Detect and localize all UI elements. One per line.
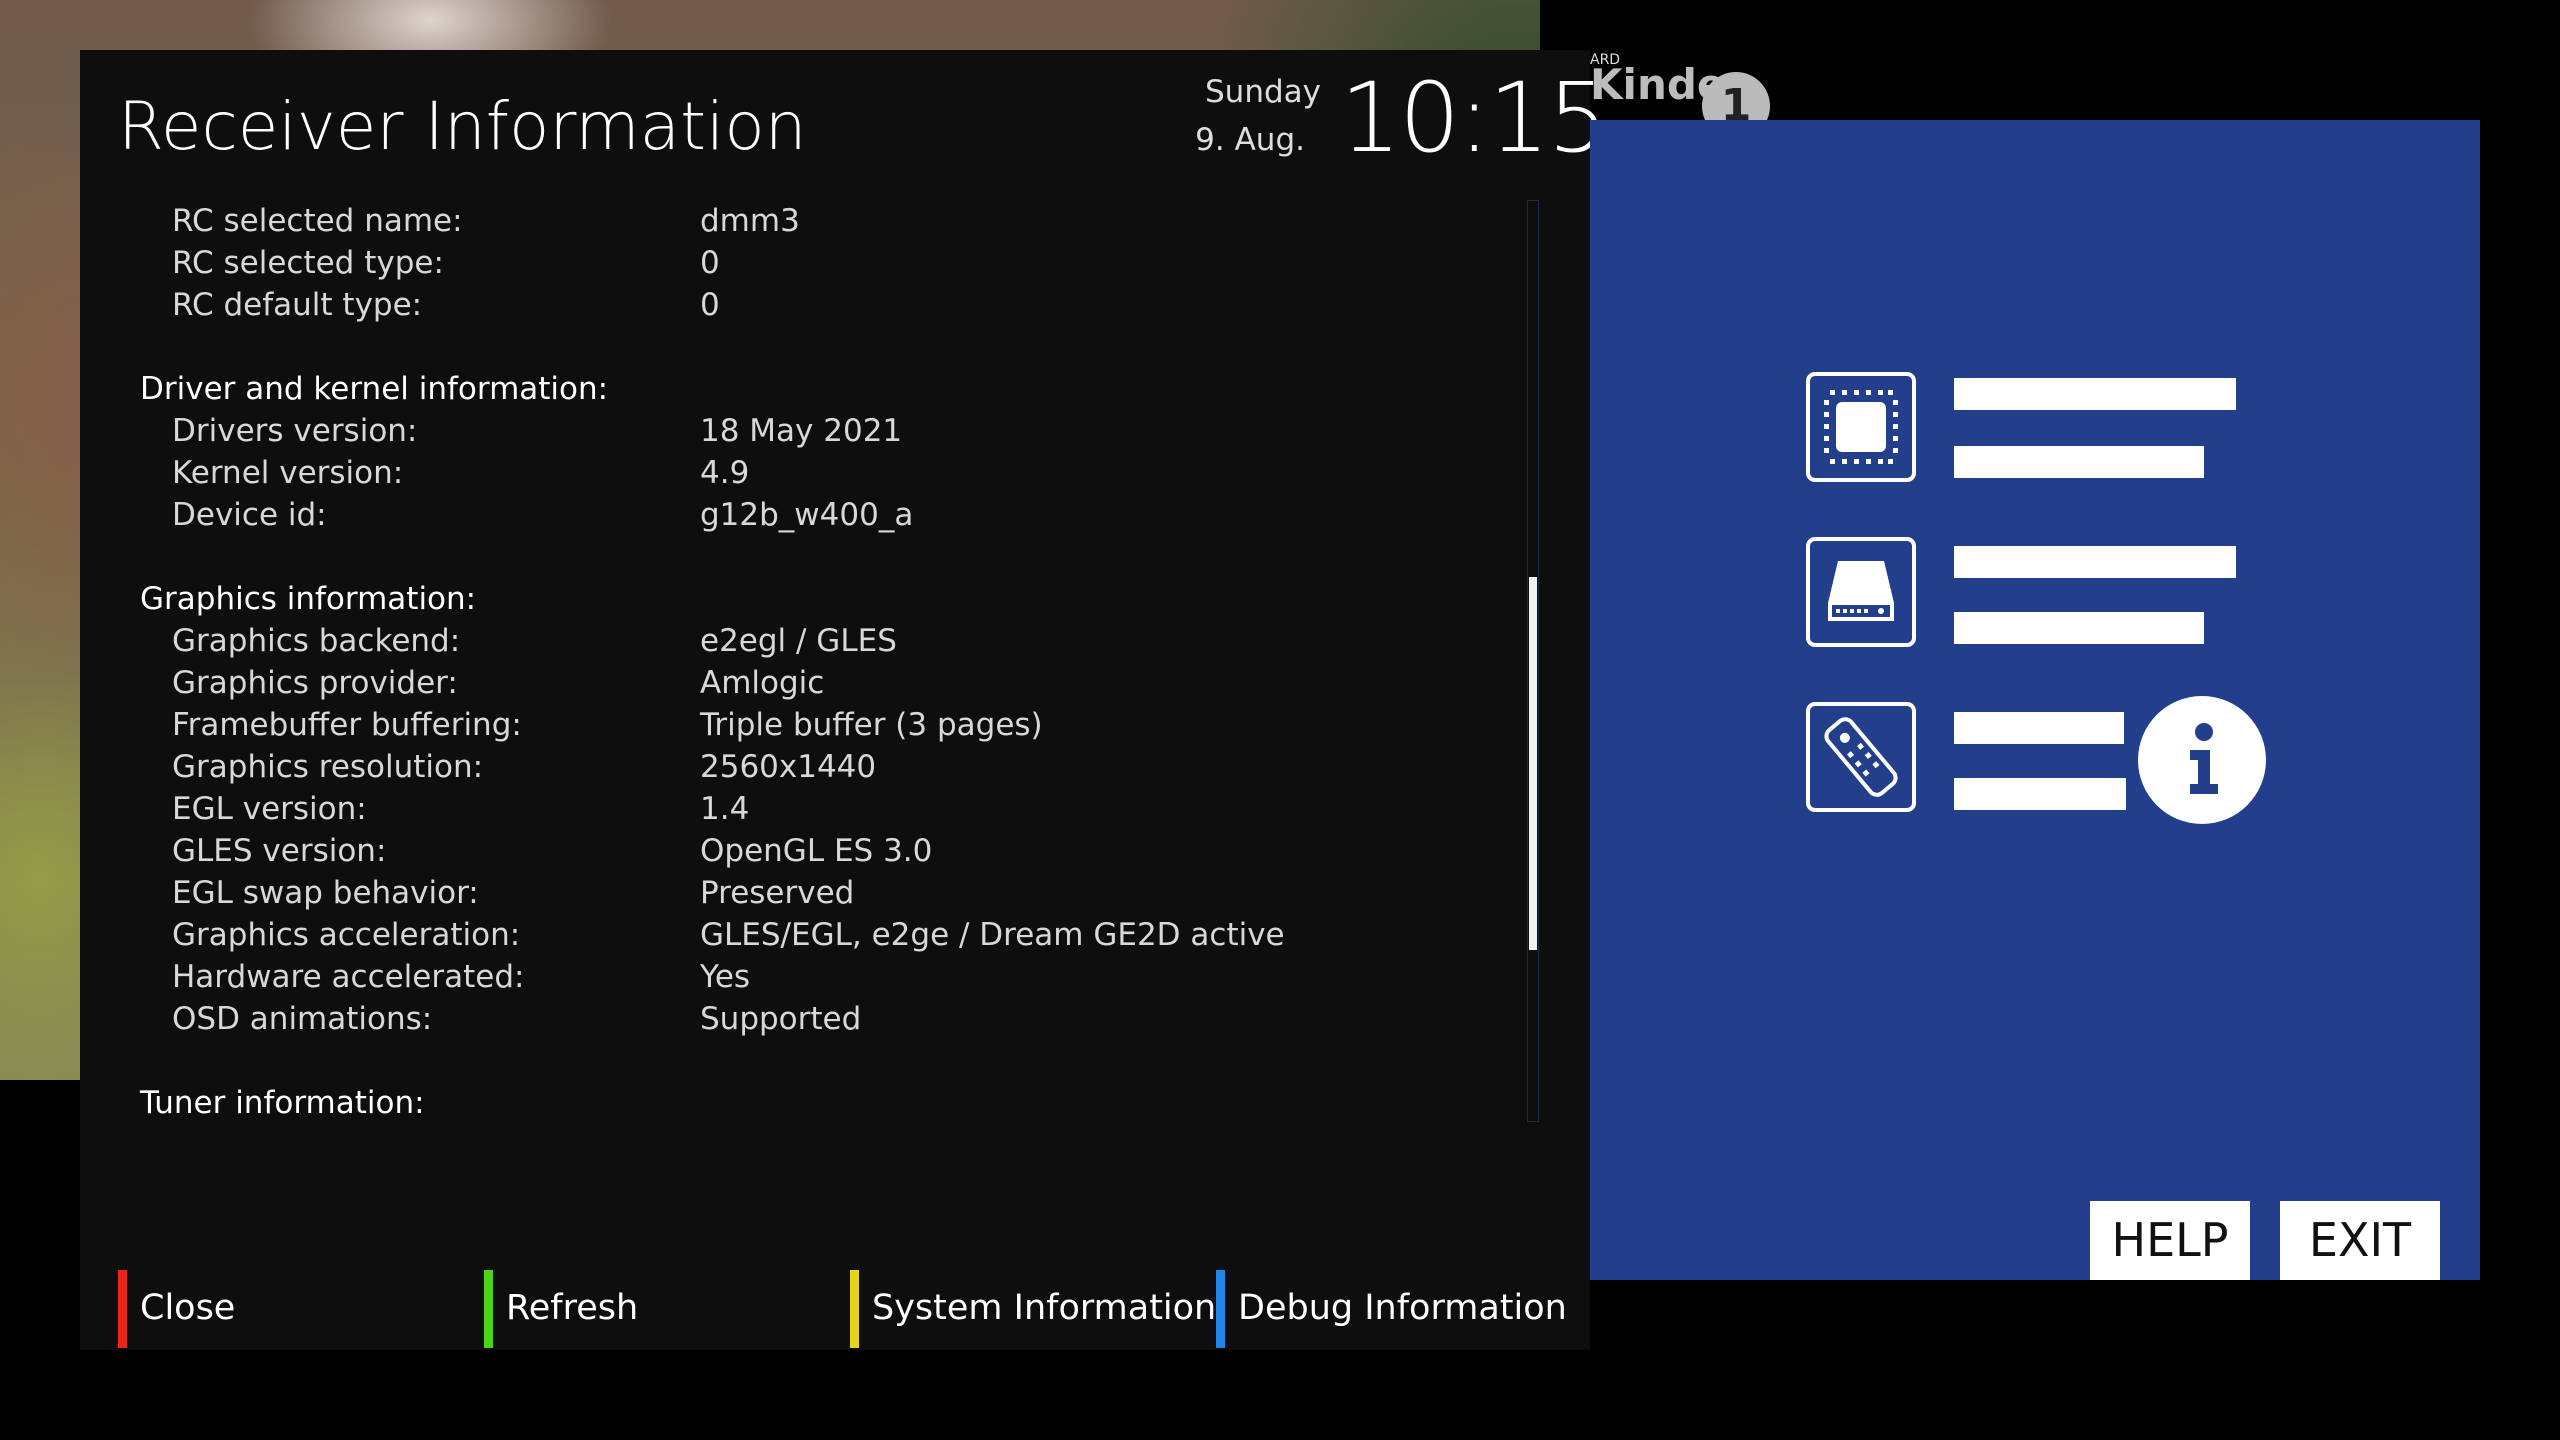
- info-illustration-panel: [1590, 120, 2480, 1280]
- remote-control-icon: [1806, 702, 1916, 812]
- debug-information-button[interactable]: Debug Information: [1216, 1270, 1567, 1348]
- scrollbar-thumb[interactable]: [1529, 577, 1537, 950]
- line-bar: [1954, 446, 2204, 478]
- cpu-chip-icon: [1806, 372, 1916, 482]
- line-bar: [1954, 546, 2236, 578]
- yellow-key-indicator: [850, 1270, 859, 1348]
- section-heading-tuner: Tuner information:: [140, 1085, 425, 1121]
- line-bar: [1954, 712, 2124, 744]
- close-button[interactable]: Close: [118, 1270, 458, 1348]
- line-bar: [1954, 778, 2126, 810]
- clock: 10:15: [1340, 62, 1609, 174]
- info-icon: [2138, 696, 2266, 824]
- section-heading-graphics: Graphics information:: [140, 581, 477, 617]
- help-button[interactable]: HELP: [2090, 1201, 2250, 1280]
- green-key-indicator: [484, 1270, 493, 1348]
- system-information-button[interactable]: System Information: [850, 1270, 1216, 1348]
- section-heading-driver: Driver and kernel information:: [140, 371, 609, 407]
- line-bar: [1954, 612, 2204, 644]
- exit-button[interactable]: EXIT: [2280, 1201, 2440, 1280]
- date: 9. Aug.: [1195, 122, 1305, 158]
- red-key-indicator: [118, 1270, 127, 1348]
- page-title: Receiver Information: [118, 88, 807, 165]
- hard-drive-icon: [1806, 537, 1916, 647]
- refresh-button[interactable]: Refresh: [484, 1270, 824, 1348]
- blue-key-indicator: [1216, 1270, 1225, 1348]
- weekday: Sunday: [1205, 74, 1321, 110]
- line-bar: [1954, 378, 2236, 410]
